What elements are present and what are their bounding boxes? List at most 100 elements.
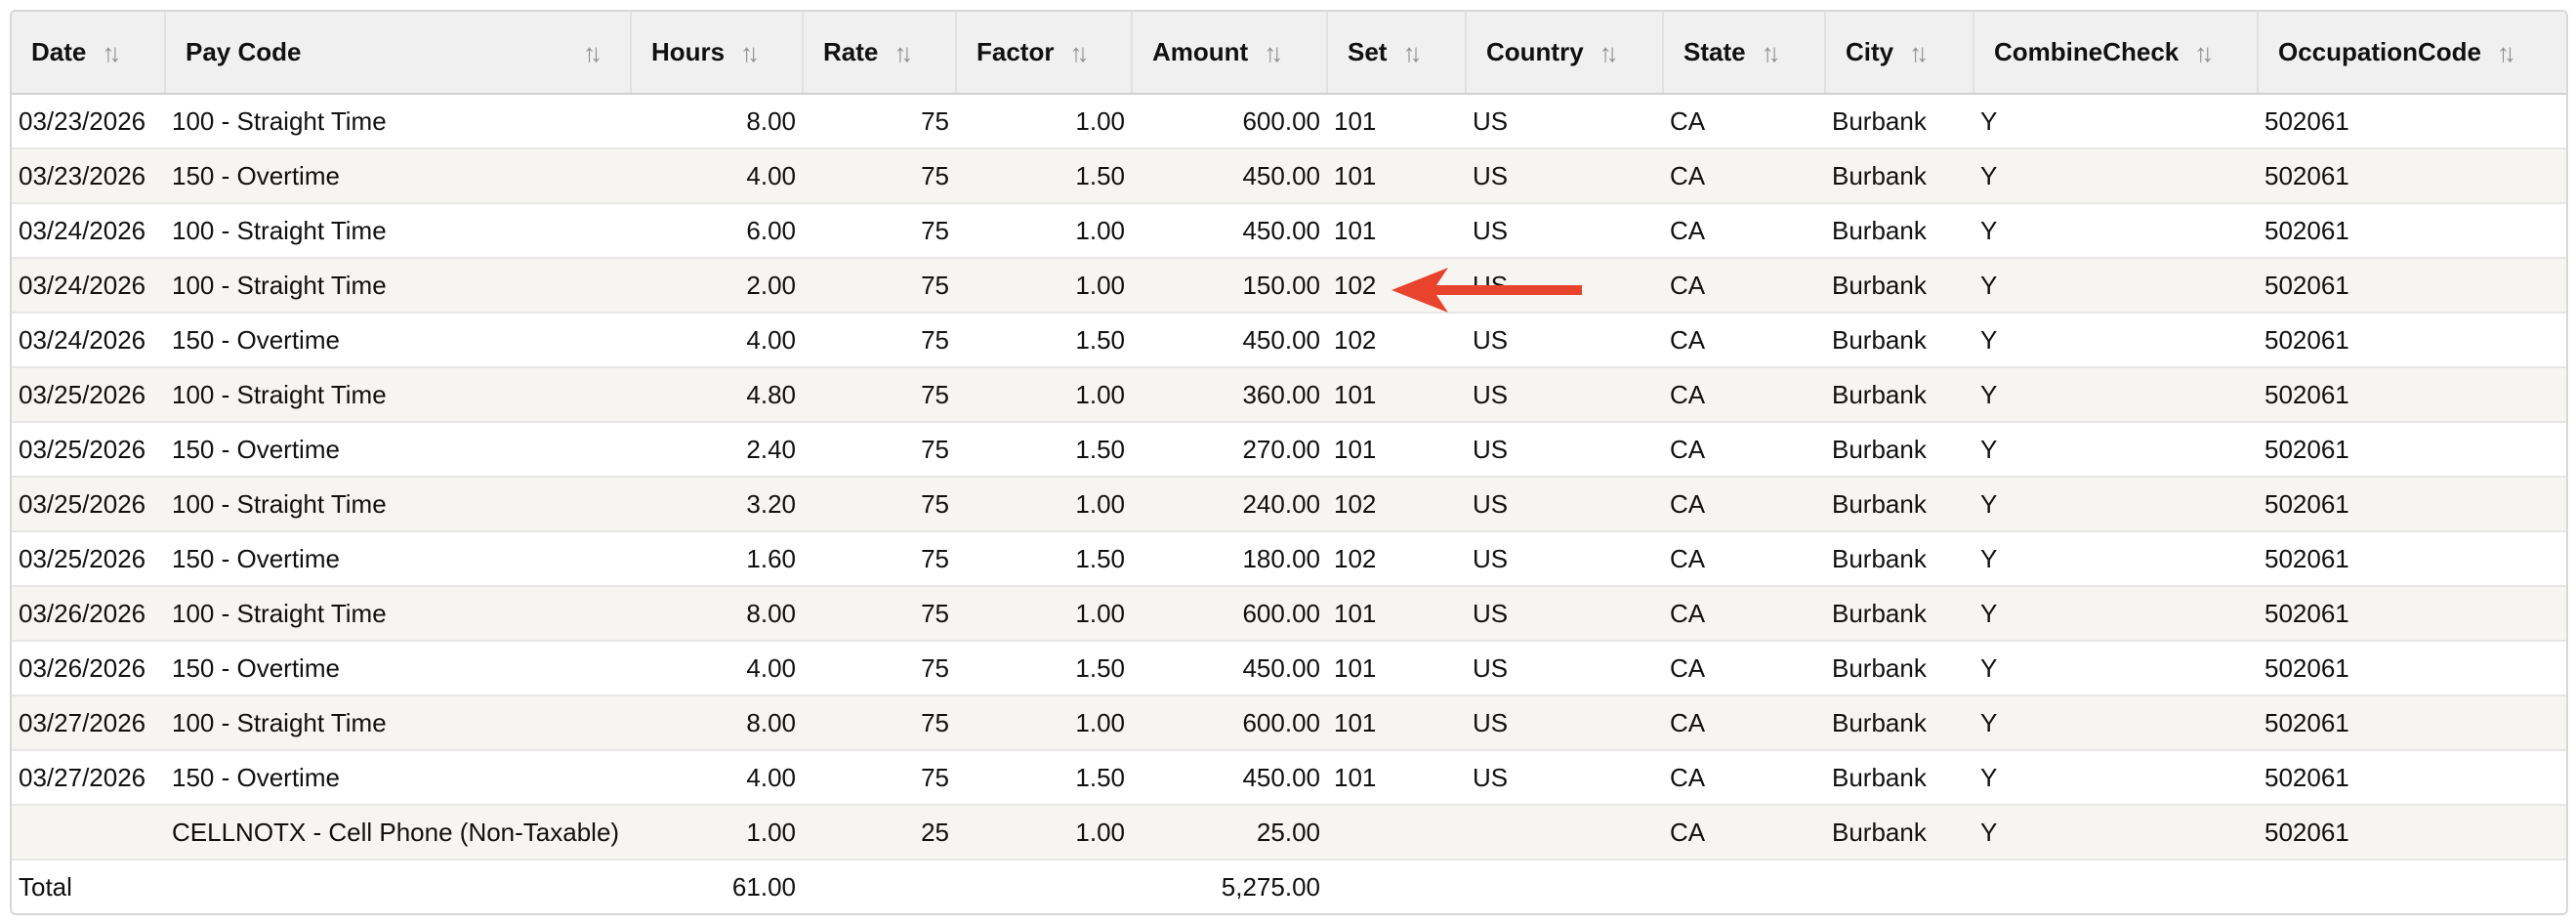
cell-pay-code: 100 - Straight Time [165, 586, 631, 642]
cell-rate: 75 [803, 586, 956, 642]
cell-rate: 75 [803, 750, 956, 806]
cell-occupation-code: 502061 [2258, 586, 2566, 642]
cell-city: Burbank [1825, 148, 1974, 204]
cell-occupation-code: 502061 [2258, 258, 2566, 314]
cell-pay-code: 150 - Overtime [165, 531, 631, 587]
column-header-set[interactable]: Set ↑↓ [1327, 12, 1467, 95]
cell-factor: 1.50 [956, 422, 1132, 478]
total-label: Total [12, 860, 165, 913]
cell-country: US [1466, 148, 1663, 204]
column-header-state[interactable]: State ↑↓ [1663, 12, 1826, 95]
cell-amount: 450.00 [1132, 313, 1327, 368]
table-row[interactable]: 03/26/2026 100 - Straight Time 8.00 75 1.00 6… [12, 586, 2566, 642]
cell-occupation-code: 502061 [2258, 641, 2566, 696]
cell-set: 102 [1327, 477, 1466, 532]
table-row[interactable]: 03/25/2026 100 - Straight Time 4.80 75 1.00 3… [12, 367, 2566, 423]
column-header-country[interactable]: Country ↑↓ [1466, 12, 1664, 95]
cell-hours: 3.20 [631, 477, 803, 532]
table-row[interactable]: 03/24/2026 100 - Straight Time 6.00 75 1.00 4… [12, 203, 2566, 259]
table-row[interactable]: 03/26/2026 150 - Overtime 4.00 75 1.50 450.00… [12, 641, 2566, 696]
column-header-occupation-code[interactable]: OccupationCode ↑↓ [2258, 12, 2566, 95]
cell-factor: 1.00 [956, 805, 1132, 861]
cell-state: CA [1663, 148, 1825, 204]
table-row[interactable]: 03/27/2026 100 - Straight Time 8.00 75 1.00 6… [12, 695, 2566, 751]
cell-city: Burbank [1825, 367, 1974, 423]
sort-arrows-icon[interactable]: ↑↓ [2194, 40, 2214, 65]
column-header-pay-code[interactable]: Pay Code ↑↓ [165, 12, 632, 95]
cell-city: Burbank [1825, 422, 1974, 478]
cell-set: 102 [1327, 258, 1466, 314]
column-header-label: Country [1486, 37, 1584, 66]
column-header-combine-check[interactable]: CombineCheck ↑↓ [1974, 12, 2259, 95]
cell-hours: 4.00 [631, 641, 803, 696]
sort-arrows-icon[interactable]: ↑↓ [2497, 40, 2516, 65]
cell-rate: 75 [803, 477, 956, 532]
cell-amount: 450.00 [1132, 148, 1327, 204]
table-row[interactable]: CELLNOTX - Cell Phone (Non-Taxable) 1.00 2… [12, 805, 2566, 861]
sort-arrows-icon[interactable]: ↑↓ [1600, 40, 1619, 65]
table-row[interactable]: 03/23/2026 100 - Straight Time 8.00 75 1.00 6… [12, 94, 2566, 149]
pay-lines-table-frame: Date ↑↓ Pay Code ↑↓ Hours ↑↓ Rate ↑↓ Factor ↑… [10, 10, 2568, 915]
column-header-hours[interactable]: Hours ↑↓ [631, 12, 804, 95]
sort-arrows-icon[interactable]: ↑↓ [893, 40, 913, 65]
total-cell-empty [956, 860, 1132, 913]
total-cell-empty [2258, 860, 2566, 913]
sort-arrows-icon[interactable]: ↑↓ [1762, 40, 1781, 65]
cell-date: 03/27/2026 [12, 695, 165, 751]
table-row[interactable]: 03/25/2026 150 - Overtime 1.60 75 1.50 180.00… [12, 531, 2566, 587]
column-header-city[interactable]: City ↑↓ [1825, 12, 1974, 95]
cell-state: CA [1663, 641, 1825, 696]
cell-combine-check: Y [1974, 367, 2258, 423]
cell-city: Burbank [1825, 258, 1974, 314]
cell-hours: 1.00 [631, 805, 803, 861]
cell-set: 101 [1327, 695, 1466, 751]
sort-arrows-icon[interactable]: ↑↓ [1402, 40, 1422, 65]
cell-rate: 75 [803, 531, 956, 587]
cell-amount: 450.00 [1132, 203, 1327, 259]
sort-arrows-icon[interactable]: ↑↓ [1069, 40, 1089, 65]
cell-hours: 4.00 [631, 313, 803, 368]
cell-city: Burbank [1825, 750, 1974, 806]
cell-amount: 600.00 [1132, 695, 1327, 751]
cell-pay-code: 150 - Overtime [165, 750, 631, 806]
cell-state: CA [1663, 477, 1825, 532]
sort-arrows-icon[interactable]: ↑↓ [583, 40, 602, 65]
table-row[interactable]: 03/25/2026 100 - Straight Time 3.20 75 1.00 2… [12, 477, 2566, 532]
cell-city: Burbank [1825, 805, 1974, 861]
cell-state: CA [1663, 805, 1825, 861]
cell-hours: 8.00 [631, 586, 803, 642]
column-header-rate[interactable]: Rate ↑↓ [803, 12, 957, 95]
sort-arrows-icon[interactable]: ↑↓ [102, 40, 121, 65]
cell-pay-code: 100 - Straight Time [165, 94, 631, 149]
cell-date: 03/25/2026 [12, 367, 165, 423]
column-header-date[interactable]: Date ↑↓ [12, 12, 166, 95]
cell-amount: 600.00 [1132, 586, 1327, 642]
table-row[interactable]: 03/24/2026 100 - Straight Time 2.00 75 1.00 1… [12, 258, 2566, 314]
cell-set: 102 [1327, 531, 1466, 587]
cell-country: US [1466, 750, 1663, 806]
column-header-label: Hours [651, 37, 726, 66]
sort-arrows-icon[interactable]: ↑↓ [1909, 40, 1929, 65]
cell-date: 03/26/2026 [12, 641, 165, 696]
table-row[interactable]: 03/23/2026 150 - Overtime 4.00 75 1.50 450.00… [12, 148, 2566, 204]
column-header-factor[interactable]: Factor ↑↓ [956, 12, 1133, 95]
cell-occupation-code: 502061 [2258, 367, 2566, 423]
cell-country: US [1466, 258, 1663, 314]
sort-arrows-icon[interactable]: ↑↓ [740, 40, 760, 65]
cell-combine-check: Y [1974, 477, 2258, 532]
table-row[interactable]: 03/27/2026 150 - Overtime 4.00 75 1.50 450.00… [12, 750, 2566, 806]
cell-state: CA [1663, 695, 1825, 751]
cell-country: US [1466, 313, 1663, 368]
column-header-label: Rate [823, 37, 879, 66]
cell-occupation-code: 502061 [2258, 805, 2566, 861]
column-header-label: Date [31, 37, 87, 66]
column-header-amount[interactable]: Amount ↑↓ [1132, 12, 1328, 95]
table-row[interactable]: 03/25/2026 150 - Overtime 2.40 75 1.50 270.00… [12, 422, 2566, 478]
cell-amount: 25.00 [1132, 805, 1327, 861]
cell-country: US [1466, 422, 1663, 478]
cell-city: Burbank [1825, 477, 1974, 532]
table-row[interactable]: 03/24/2026 150 - Overtime 4.00 75 1.50 450.00… [12, 313, 2566, 368]
cell-combine-check: Y [1974, 258, 2258, 314]
cell-factor: 1.00 [956, 94, 1132, 149]
sort-arrows-icon[interactable]: ↑↓ [1264, 40, 1283, 65]
